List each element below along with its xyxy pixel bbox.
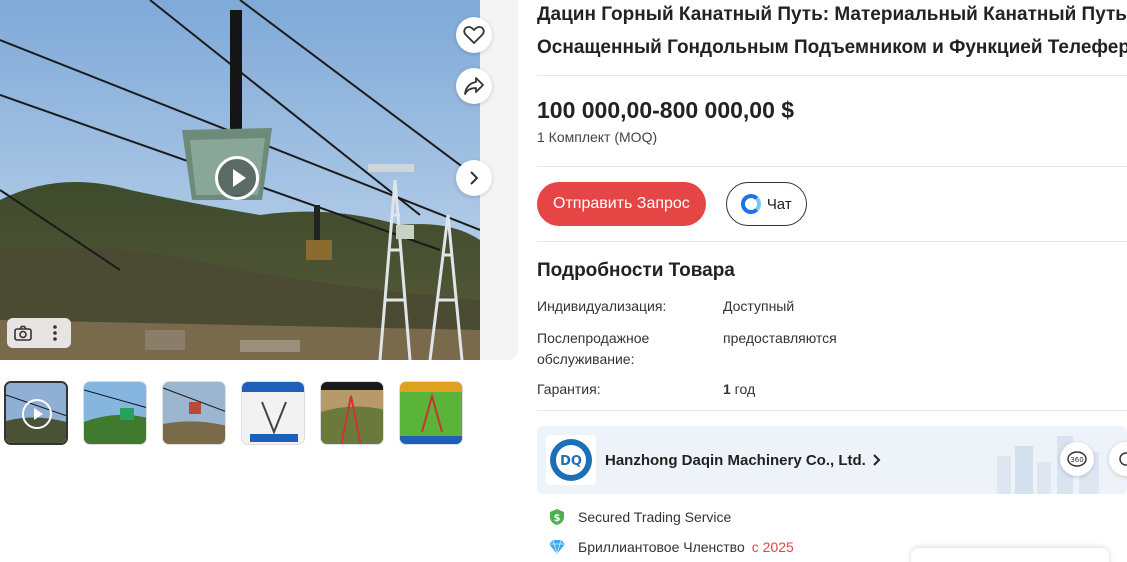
divider (537, 75, 1127, 76)
spec-key: Гарантия: (537, 381, 601, 397)
member-since: с 2025 (751, 539, 794, 555)
supplier-name[interactable]: Hanzhong Daqin Machinery Co., Ltd. (605, 452, 866, 469)
warranty-unit: год (730, 381, 756, 397)
moq-label: 1 Комплект (MOQ) (537, 129, 658, 145)
floating-chat-widget[interactable] (911, 548, 1109, 562)
shield-dollar-icon: $ (548, 508, 566, 526)
thumbnail-image[interactable] (320, 381, 384, 445)
chevron-right-icon[interactable] (456, 160, 492, 196)
secured-trading-badge: $ Secured Trading Service (537, 508, 1127, 526)
product-details-heading: Подробности Товара (537, 260, 735, 281)
spec-value: 1 год (723, 379, 1127, 400)
thumbnail-image[interactable] (399, 381, 463, 445)
svg-text:360: 360 (1070, 456, 1083, 464)
divider (537, 241, 1127, 242)
spec-row: Послепродажное обслуживание: предоставля… (537, 328, 1127, 370)
play-video-icon[interactable] (215, 156, 259, 200)
chat-icon (740, 194, 761, 214)
spec-value: Доступный (723, 298, 795, 314)
product-gallery (0, 0, 518, 360)
photo-tools (7, 318, 71, 348)
thumbnail-image[interactable] (162, 381, 226, 445)
spec-key: Послепродажное обслуживание: (537, 330, 650, 367)
city-skyline-decoration (997, 436, 1099, 494)
thumbnail-video[interactable] (4, 381, 68, 445)
badge-label: Бриллиантовое Членство (578, 539, 745, 555)
heart-icon[interactable] (456, 17, 492, 53)
spec-row: Индивидуализация: Доступный (537, 296, 1127, 317)
divider (537, 410, 1127, 411)
main-product-photo[interactable] (0, 0, 480, 360)
supplier-logo: DQ (546, 435, 596, 485)
price-range: 100 000,00-800 000,00 $ (537, 97, 795, 123)
warranty-number: 1 (723, 381, 731, 397)
share-icon[interactable] (456, 68, 492, 104)
svg-text:DQ: DQ (560, 454, 582, 469)
spec-row: Гарантия: 1 год (537, 379, 1127, 400)
product-info: Дацин Горный Канатный Путь: Материальный… (537, 0, 1127, 556)
title-line-2: Оснащенный Гондольным Подъемником и Функ… (537, 37, 1127, 58)
chat-button[interactable]: Чат (725, 182, 807, 226)
supplier-card[interactable]: DQ Hanzhong Daqin Machinery Co., Ltd. 36… (537, 426, 1127, 494)
action-buttons: Отправить Запрос Чат (537, 167, 1127, 241)
camera-icon[interactable] (7, 318, 39, 348)
more-vertical-icon[interactable] (39, 318, 71, 348)
spec-value: предоставляются (723, 330, 837, 346)
thumbnail-image[interactable] (83, 381, 147, 445)
badge-label: Secured Trading Service (578, 509, 732, 525)
thumbnail-image[interactable] (241, 381, 305, 445)
product-title: Дацин Горный Канатный Путь: Материальный… (537, 0, 1127, 64)
spec-key: Индивидуализация: (537, 298, 667, 314)
chevron-right-icon (873, 454, 881, 466)
title-line-1: Дацин Горный Канатный Путь: Материальный… (537, 4, 1127, 25)
view-360-icon[interactable]: 360 (1060, 442, 1094, 476)
diamond-icon (548, 538, 566, 556)
svg-text:$: $ (554, 513, 561, 524)
thumbnail-strip (4, 381, 463, 445)
send-inquiry-button[interactable]: Отправить Запрос (537, 182, 706, 226)
play-icon (22, 399, 52, 429)
chat-label: Чат (766, 195, 792, 213)
